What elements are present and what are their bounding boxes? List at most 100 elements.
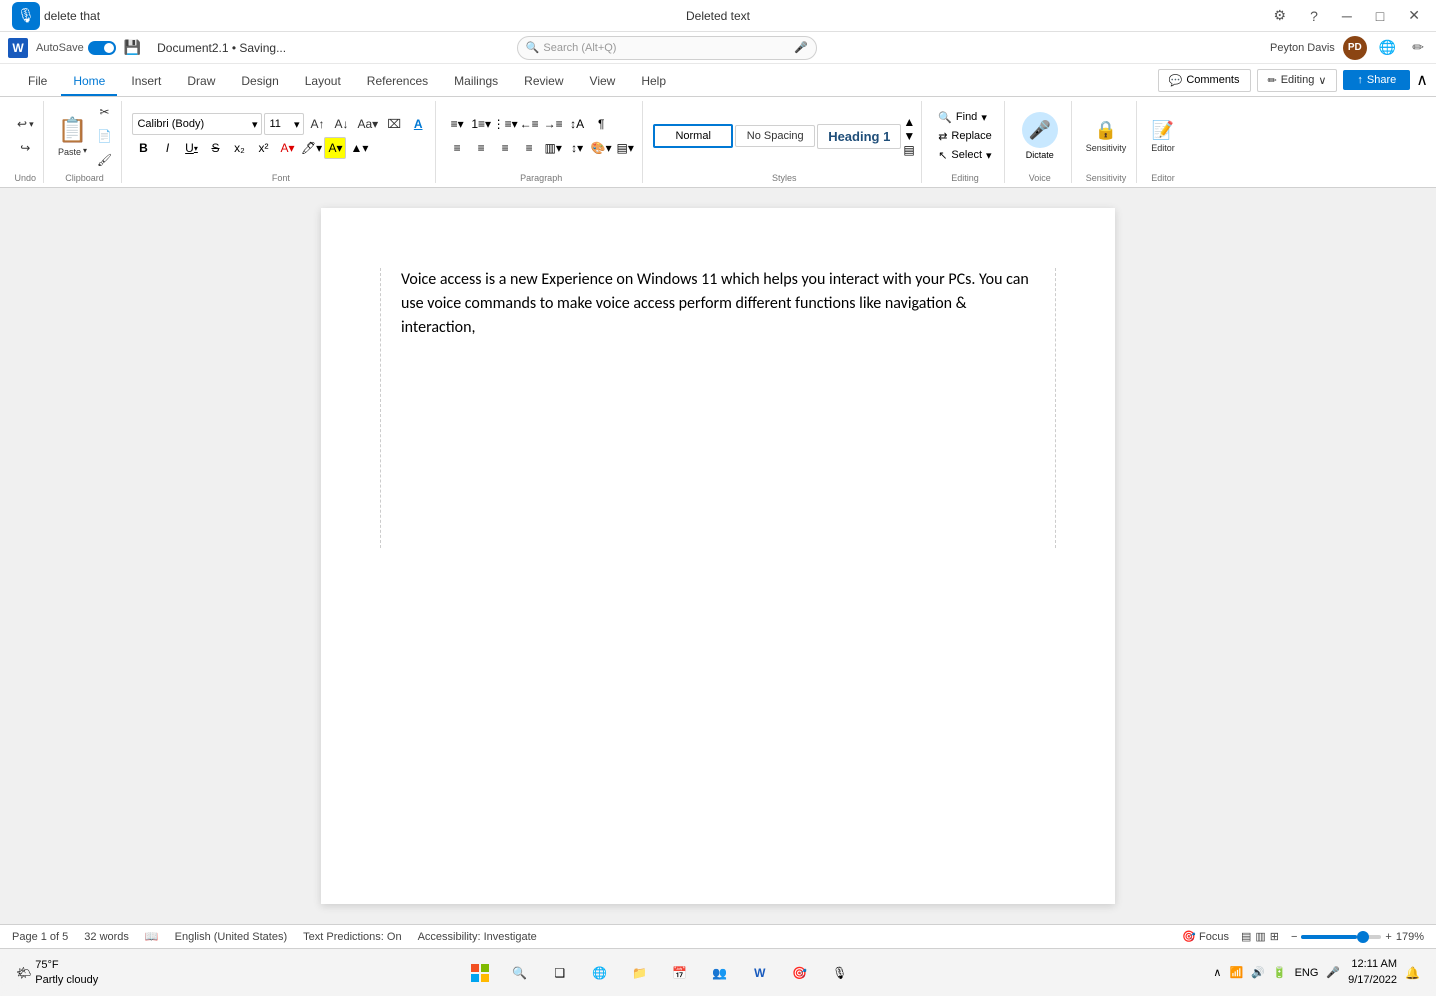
text-shading-button[interactable]: A▾ [324,137,346,159]
calendar-icon[interactable]: 📅 [662,955,698,991]
font-color-button[interactable]: A▾ [276,137,298,159]
undo-button[interactable]: ↩ ▾ [14,113,37,135]
tab-review[interactable]: Review [512,68,575,96]
superscript-button[interactable]: x² [252,137,274,159]
save-icon[interactable]: 💾 [124,39,141,56]
tab-view[interactable]: View [578,68,628,96]
voice-access-icon[interactable]: 🎙 [12,2,40,30]
close-button[interactable]: ✕ [1400,3,1428,28]
borders-button[interactable]: ▤▾ [614,137,636,159]
bold-button[interactable]: B [132,137,154,159]
align-center-button[interactable]: ≡ [470,137,492,159]
font-size-dropdown-icon[interactable]: ▾ [294,118,300,131]
styles-expand-icon[interactable]: ▤ [903,143,915,157]
search-bar[interactable]: 🔍 Search (Alt+Q) 🎤 [517,36,817,60]
tab-file[interactable]: File [16,68,59,96]
view-read-icon[interactable]: ⊞ [1270,930,1279,943]
tab-draw[interactable]: Draw [175,68,227,96]
align-right-button[interactable]: ≡ [494,137,516,159]
chevron-up-icon[interactable]: ∧ [1213,966,1221,979]
strikethrough-button[interactable]: S [204,137,226,159]
clipboard-group-label[interactable]: Clipboard [54,173,116,183]
document-page[interactable]: Voice access is a new Experience on Wind… [321,208,1115,904]
styles-down-icon[interactable]: ▼ [903,129,915,143]
zoom-thumb[interactable] [1357,931,1369,943]
tab-references[interactable]: References [355,68,440,96]
increase-indent-button[interactable]: →≡ [542,113,564,135]
view-web-icon[interactable]: ▥ [1255,930,1265,943]
settings-icon[interactable]: ⚙ [1266,3,1295,28]
dictate-button[interactable]: 🎤 Dictate [1015,112,1065,160]
tab-insert[interactable]: Insert [119,68,173,96]
weather-widget[interactable]: 🌤 75°F Partly cloudy [16,958,98,987]
styles-group-label[interactable]: Styles [653,173,915,183]
accessibility-indicator[interactable]: Accessibility: Investigate [418,931,537,943]
text-effects-button[interactable]: A [407,113,429,135]
font-dropdown-icon[interactable]: ▾ [252,118,258,131]
editing-mode-button[interactable]: ✏ Editing ∨ [1257,69,1338,92]
change-case-button[interactable]: Aa▾ [354,113,381,135]
underline-button[interactable]: U▾ [180,137,202,159]
font-size-selector[interactable]: 11 ▾ [264,113,304,135]
show-marks-button[interactable]: ¶ [590,113,612,135]
font-name-selector[interactable]: Calibri (Body) ▾ [132,113,262,135]
font-group-label[interactable]: Font [132,173,429,183]
edge-browser-icon[interactable]: 🌐 [582,955,618,991]
task-view-button[interactable]: ❑ [542,955,578,991]
cut-button[interactable]: ✂ [93,101,115,123]
paragraph-group-label[interactable]: Paragraph [446,173,636,183]
styles-up-icon[interactable]: ▲ [903,115,915,129]
document-name[interactable]: Document2.1 • Saving... [157,41,286,55]
language-indicator[interactable]: English (United States) [175,931,288,943]
tab-mailings[interactable]: Mailings [442,68,510,96]
select-button[interactable]: ↖ Select ▾ [932,147,998,164]
find-button[interactable]: 🔍 Find ▾ [932,109,998,126]
battery-icon[interactable]: 🔋 [1273,966,1287,979]
focus-button[interactable]: 🎯 Focus [1182,930,1229,943]
file-explorer-icon[interactable]: 📁 [622,955,658,991]
copy-button[interactable]: 📄 [93,125,115,147]
styles-arrows[interactable]: ▲ ▼ ▤ [903,115,915,157]
zoom-in-button[interactable]: + [1385,931,1391,943]
cortana-icon[interactable]: 🎯 [782,955,818,991]
align-justify-button[interactable]: ≡ [518,137,540,159]
editor-button[interactable]: 📝 Editor [1147,112,1179,160]
voice-access-taskbar-icon[interactable]: 🎙 [822,955,858,991]
ribbon-collapse-icon[interactable]: ∧ [1416,70,1428,90]
globe-icon[interactable]: 🌐 [1375,37,1400,58]
paste-dropdown-icon[interactable]: ▾ [83,146,87,155]
comments-button[interactable]: 💬 Comments [1158,69,1251,92]
text-predictions[interactable]: Text Predictions: On [303,931,401,943]
paste-button[interactable]: 📋 Paste ▾ [54,112,92,160]
numbered-list-button[interactable]: 1≡▾ [470,113,492,135]
style-no-spacing[interactable]: No Spacing [735,125,815,147]
line-spacing-button[interactable]: ↕▾ [566,137,588,159]
minimize-button[interactable]: ─ [1334,4,1360,28]
style-normal[interactable]: Normal [653,124,733,148]
help-icon[interactable]: ? [1302,4,1326,28]
sensitivity-button[interactable]: 🔒 Sensitivity [1082,112,1131,160]
columns-button[interactable]: ▥▾ [542,137,564,159]
speaker-icon[interactable]: 🔊 [1251,966,1265,979]
format-painter-button[interactable]: 🖌 [93,149,115,171]
search-taskbar-button[interactable]: 🔍 [502,955,538,991]
share-button[interactable]: ↑ Share [1343,70,1410,90]
microphone-icon[interactable]: 🎤 [794,41,808,54]
decrease-font-button[interactable]: A↓ [330,113,352,135]
microphone-taskbar-icon[interactable]: 🎤 [1326,966,1340,979]
clear-format-button[interactable]: ⌧ [383,113,405,135]
subscript-button[interactable]: x₂ [228,137,250,159]
bullet-list-button[interactable]: ≡▾ [446,113,468,135]
underline-dropdown[interactable]: ▾ [194,144,198,153]
tab-layout[interactable]: Layout [293,68,353,96]
shading-button[interactable]: 🎨▾ [590,137,612,159]
decrease-indent-button[interactable]: ←≡ [518,113,540,135]
increase-font-button[interactable]: A↑ [306,113,328,135]
find-dropdown-icon[interactable]: ▾ [981,111,987,124]
teams-icon[interactable]: 👥 [702,955,738,991]
sort-button[interactable]: ↕A [566,113,588,135]
tab-design[interactable]: Design [229,68,290,96]
word-taskbar-icon[interactable]: W [742,955,778,991]
maximize-button[interactable]: □ [1368,4,1392,28]
undo-dropdown-icon[interactable]: ▾ [29,119,34,130]
